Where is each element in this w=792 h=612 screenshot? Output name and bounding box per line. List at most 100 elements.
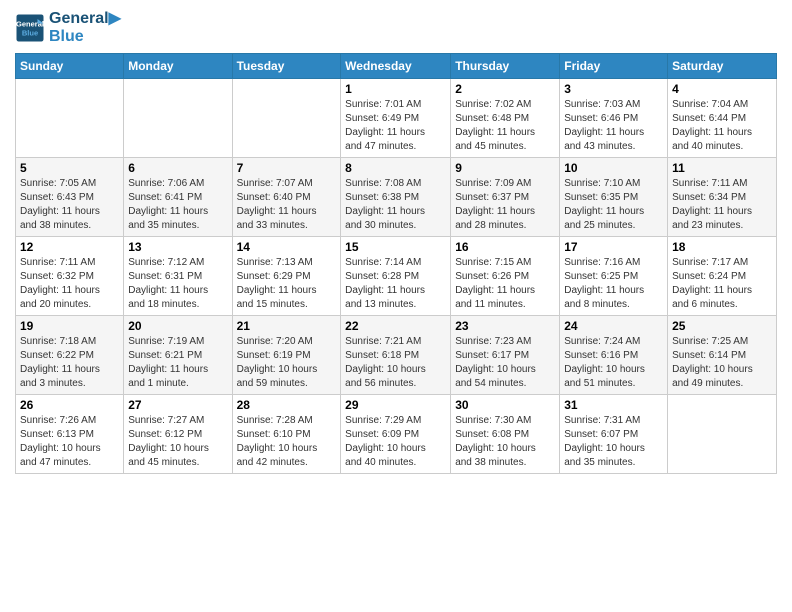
- calendar-table: SundayMondayTuesdayWednesdayThursdayFrid…: [15, 53, 777, 474]
- day-number: 21: [237, 319, 337, 333]
- day-number: 5: [20, 161, 119, 175]
- calendar-cell: 10Sunrise: 7:10 AM Sunset: 6:35 PM Dayli…: [560, 158, 668, 237]
- calendar-cell: 7Sunrise: 7:07 AM Sunset: 6:40 PM Daylig…: [232, 158, 341, 237]
- calendar-week-row: 19 Sunrise: 7:18 AM Sunset: 6:22 PM Dayli…: [16, 316, 777, 395]
- calendar-cell: 29Sunrise: 7:29 AM Sunset: 6:09 PM Dayli…: [341, 395, 451, 474]
- calendar-cell: 20 Sunrise: 7:19 AM Sunset: 6:21 PM Dayli…: [124, 316, 232, 395]
- day-number: 28: [237, 398, 337, 412]
- logo: General Blue General▶ Blue: [15, 10, 121, 45]
- day-info: Sunrise: 7:23 AM Sunset: 6:17 PM Dayligh…: [455, 335, 555, 391]
- day-info: Sunrise: 7:01 AM Sunset: 6:49 PM Dayligh…: [345, 98, 446, 154]
- calendar-cell: 19 Sunrise: 7:18 AM Sunset: 6:22 PM Dayli…: [16, 316, 124, 395]
- day-number: 3: [564, 82, 663, 96]
- day-number: 22: [345, 319, 446, 333]
- calendar-cell: [124, 79, 232, 158]
- day-number: 27: [128, 398, 227, 412]
- calendar-cell: 3 Sunrise: 7:03 AM Sunset: 6:46 PM Daylig…: [560, 79, 668, 158]
- day-info: Sunrise: 7:21 AM Sunset: 6:18 PM Dayligh…: [345, 335, 446, 391]
- day-number: 7: [237, 161, 337, 175]
- day-number: 1: [345, 82, 446, 96]
- calendar-cell: 8 Sunrise: 7:08 AM Sunset: 6:38 PM Daylig…: [341, 158, 451, 237]
- day-number: 18: [672, 240, 772, 254]
- calendar-cell: 5 Sunrise: 7:05 AM Sunset: 6:43 PM Daylig…: [16, 158, 124, 237]
- day-number: 12: [20, 240, 119, 254]
- calendar-cell: 18 Sunrise: 7:17 AM Sunset: 6:24 PM Dayli…: [668, 237, 777, 316]
- weekday-header: Sunday: [16, 54, 124, 79]
- day-number: 11: [672, 161, 772, 175]
- day-info: Sunrise: 7:04 AM Sunset: 6:44 PM Dayligh…: [672, 98, 772, 154]
- day-number: 26: [20, 398, 119, 412]
- day-number: 6: [128, 161, 227, 175]
- header-row: SundayMondayTuesdayWednesdayThursdayFrid…: [16, 54, 777, 79]
- calendar-cell: 9Sunrise: 7:09 AM Sunset: 6:37 PM Daylig…: [451, 158, 560, 237]
- logo-icon: General Blue: [15, 13, 45, 43]
- svg-text:Blue: Blue: [22, 28, 38, 37]
- day-number: 23: [455, 319, 555, 333]
- calendar-cell: 28 Sunrise: 7:28 AM Sunset: 6:10 PM Dayli…: [232, 395, 341, 474]
- day-number: 4: [672, 82, 772, 96]
- weekday-header: Saturday: [668, 54, 777, 79]
- calendar-cell: 11 Sunrise: 7:11 AM Sunset: 6:34 PM Dayli…: [668, 158, 777, 237]
- page-container: General Blue General▶ Blue SundayMondayT…: [0, 0, 792, 479]
- day-info: Sunrise: 7:26 AM Sunset: 6:13 PM Dayligh…: [20, 414, 119, 470]
- day-info: Sunrise: 7:15 AM Sunset: 6:26 PM Dayligh…: [455, 256, 555, 312]
- day-number: 25: [672, 319, 772, 333]
- day-number: 16: [455, 240, 555, 254]
- calendar-cell: 14Sunrise: 7:13 AM Sunset: 6:29 PM Dayli…: [232, 237, 341, 316]
- weekday-header: Tuesday: [232, 54, 341, 79]
- day-info: Sunrise: 7:12 AM Sunset: 6:31 PM Dayligh…: [128, 256, 227, 312]
- weekday-header: Monday: [124, 54, 232, 79]
- day-info: Sunrise: 7:31 AM Sunset: 6:07 PM Dayligh…: [564, 414, 663, 470]
- calendar-cell: 24 Sunrise: 7:24 AM Sunset: 6:16 PM Dayli…: [560, 316, 668, 395]
- day-info: Sunrise: 7:24 AM Sunset: 6:16 PM Dayligh…: [564, 335, 663, 391]
- calendar-cell: [16, 79, 124, 158]
- header: General Blue General▶ Blue: [15, 10, 777, 45]
- day-info: Sunrise: 7:16 AM Sunset: 6:25 PM Dayligh…: [564, 256, 663, 312]
- day-info: Sunrise: 7:25 AM Sunset: 6:14 PM Dayligh…: [672, 335, 772, 391]
- weekday-header: Friday: [560, 54, 668, 79]
- day-info: Sunrise: 7:19 AM Sunset: 6:21 PM Dayligh…: [128, 335, 227, 391]
- day-number: 14: [237, 240, 337, 254]
- day-info: Sunrise: 7:28 AM Sunset: 6:10 PM Dayligh…: [237, 414, 337, 470]
- day-info: Sunrise: 7:17 AM Sunset: 6:24 PM Dayligh…: [672, 256, 772, 312]
- day-info: Sunrise: 7:10 AM Sunset: 6:35 PM Dayligh…: [564, 177, 663, 233]
- day-info: Sunrise: 7:18 AM Sunset: 6:22 PM Dayligh…: [20, 335, 119, 391]
- calendar-cell: 16 Sunrise: 7:15 AM Sunset: 6:26 PM Dayli…: [451, 237, 560, 316]
- calendar-cell: 4 Sunrise: 7:04 AM Sunset: 6:44 PM Daylig…: [668, 79, 777, 158]
- calendar-cell: 21 Sunrise: 7:20 AM Sunset: 6:19 PM Dayli…: [232, 316, 341, 395]
- day-number: 17: [564, 240, 663, 254]
- day-number: 31: [564, 398, 663, 412]
- day-info: Sunrise: 7:30 AM Sunset: 6:08 PM Dayligh…: [455, 414, 555, 470]
- day-number: 13: [128, 240, 227, 254]
- calendar-cell: 22 Sunrise: 7:21 AM Sunset: 6:18 PM Dayli…: [341, 316, 451, 395]
- calendar-cell: [668, 395, 777, 474]
- day-number: 19: [20, 319, 119, 333]
- day-info: Sunrise: 7:29 AM Sunset: 6:09 PM Dayligh…: [345, 414, 446, 470]
- weekday-header: Wednesday: [341, 54, 451, 79]
- weekday-header: Thursday: [451, 54, 560, 79]
- day-info: Sunrise: 7:08 AM Sunset: 6:38 PM Dayligh…: [345, 177, 446, 233]
- calendar-cell: 6Sunrise: 7:06 AM Sunset: 6:41 PM Daylig…: [124, 158, 232, 237]
- logo-subtext: Blue: [49, 28, 121, 46]
- day-number: 30: [455, 398, 555, 412]
- calendar-cell: 26 Sunrise: 7:26 AM Sunset: 6:13 PM Dayli…: [16, 395, 124, 474]
- calendar-cell: [232, 79, 341, 158]
- calendar-week-row: 5 Sunrise: 7:05 AM Sunset: 6:43 PM Daylig…: [16, 158, 777, 237]
- calendar-cell: 1 Sunrise: 7:01 AM Sunset: 6:49 PM Daylig…: [341, 79, 451, 158]
- day-number: 20: [128, 319, 227, 333]
- calendar-cell: 31 Sunrise: 7:31 AM Sunset: 6:07 PM Dayli…: [560, 395, 668, 474]
- day-number: 8: [345, 161, 446, 175]
- calendar-cell: 30 Sunrise: 7:30 AM Sunset: 6:08 PM Dayli…: [451, 395, 560, 474]
- day-info: Sunrise: 7:14 AM Sunset: 6:28 PM Dayligh…: [345, 256, 446, 312]
- calendar-week-row: 12 Sunrise: 7:11 AM Sunset: 6:32 PM Dayli…: [16, 237, 777, 316]
- day-info: Sunrise: 7:05 AM Sunset: 6:43 PM Dayligh…: [20, 177, 119, 233]
- day-info: Sunrise: 7:11 AM Sunset: 6:32 PM Dayligh…: [20, 256, 119, 312]
- day-info: Sunrise: 7:03 AM Sunset: 6:46 PM Dayligh…: [564, 98, 663, 154]
- day-number: 9: [455, 161, 555, 175]
- day-info: Sunrise: 7:11 AM Sunset: 6:34 PM Dayligh…: [672, 177, 772, 233]
- day-number: 24: [564, 319, 663, 333]
- calendar-cell: 15Sunrise: 7:14 AM Sunset: 6:28 PM Dayli…: [341, 237, 451, 316]
- calendar-week-row: 26 Sunrise: 7:26 AM Sunset: 6:13 PM Dayli…: [16, 395, 777, 474]
- day-info: Sunrise: 7:20 AM Sunset: 6:19 PM Dayligh…: [237, 335, 337, 391]
- calendar-cell: 2Sunrise: 7:02 AM Sunset: 6:48 PM Daylig…: [451, 79, 560, 158]
